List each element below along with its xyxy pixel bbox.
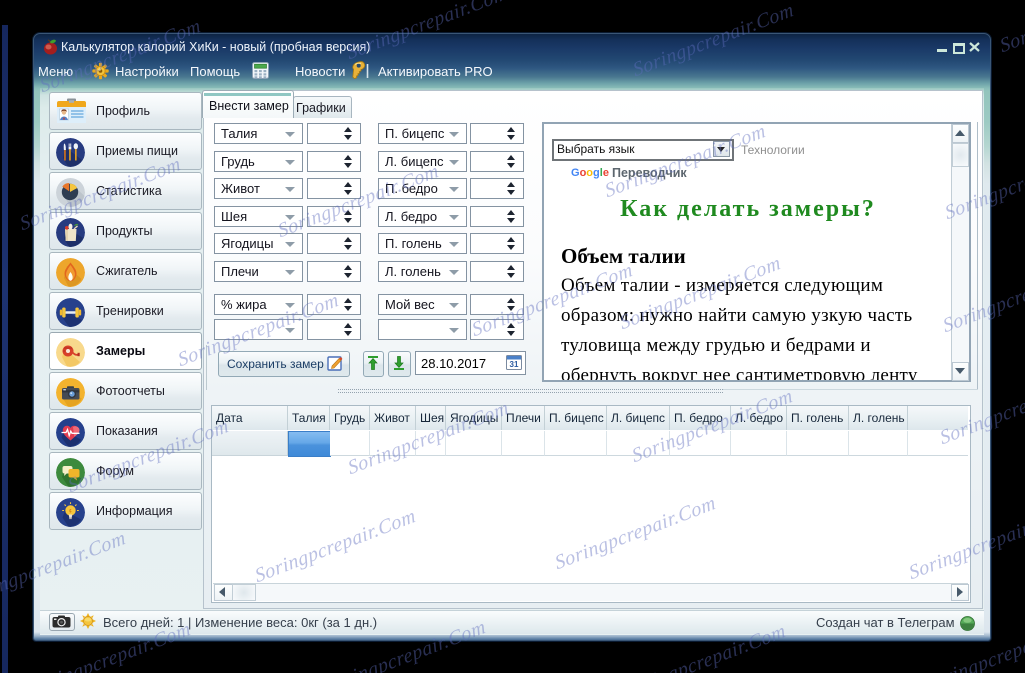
svg-text:31: 31 xyxy=(510,360,519,369)
